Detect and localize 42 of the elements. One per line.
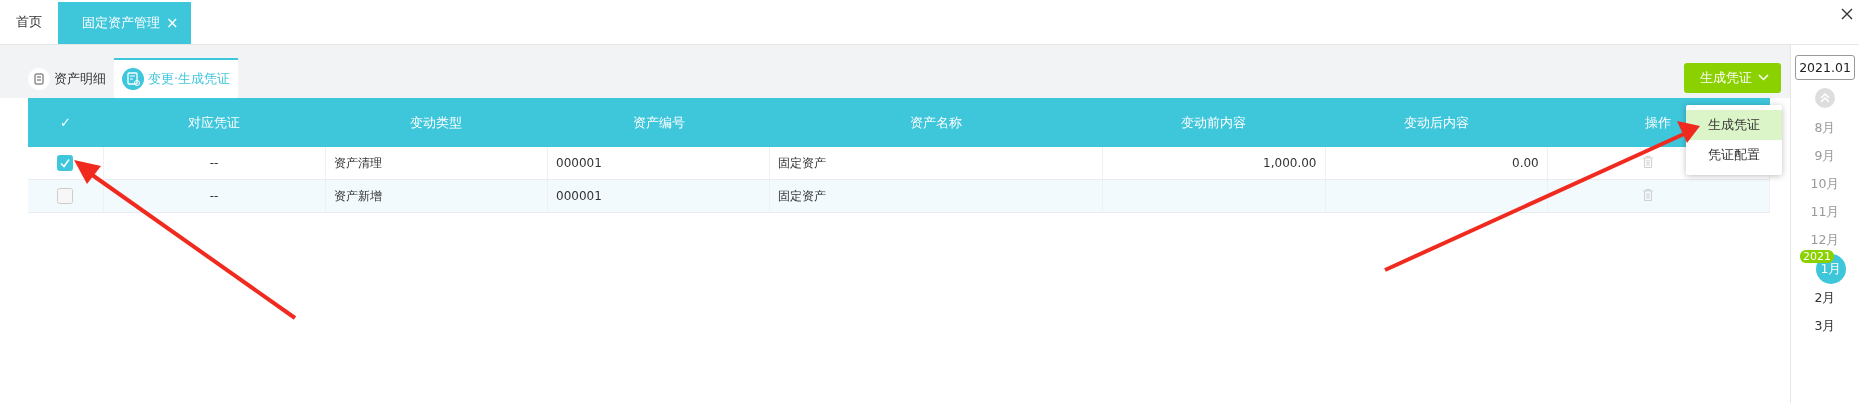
table-cell: 000001 [556, 156, 602, 170]
close-icon[interactable] [1841, 8, 1853, 20]
trash-icon[interactable] [1642, 188, 1653, 201]
table-cell: -- [209, 189, 219, 203]
column-header: 资产编号 [632, 114, 685, 130]
period-field[interactable]: 2021.01 [1795, 55, 1855, 80]
table-cell: 1,000.00 [1263, 156, 1317, 170]
row-checkbox[interactable] [57, 188, 74, 204]
column-header: 对应凭证 [188, 114, 241, 130]
month-item[interactable]: 3月 [1808, 312, 1842, 340]
table-cell: 000001 [556, 189, 602, 203]
month-item[interactable]: 9月 [1808, 142, 1842, 170]
sub-tab[interactable]: 变更·生成凭证 [114, 58, 238, 98]
document-icon [28, 68, 50, 90]
column-header: 变动类型 [410, 114, 463, 130]
generate-voucher-button[interactable]: 生成凭证 [1684, 62, 1781, 93]
column-header: 变动后内容 [1403, 114, 1469, 130]
table-cell: 固定资产 [778, 188, 827, 203]
year-badge: 2021 [1800, 250, 1834, 263]
trash-icon[interactable] [1642, 155, 1653, 168]
select-all-checkbox[interactable]: ✓ [57, 114, 74, 131]
sub-tab[interactable]: 资产明细 [28, 58, 114, 98]
tab[interactable]: 固定资产管理 × [58, 2, 191, 44]
month-item[interactable]: 10月 [1808, 170, 1842, 198]
month-item[interactable]: 11月 [1808, 198, 1842, 226]
column-header: 操作 [1645, 114, 1672, 130]
table-cell: 资产清理 [333, 155, 382, 170]
menu-item[interactable]: 凭证配置 [1686, 140, 1782, 170]
column-header: 变动前内容 [1181, 114, 1247, 130]
table-cell: -- [209, 156, 219, 170]
tab[interactable]: 首页 [0, 0, 58, 44]
scroll-up-icon[interactable] [1815, 88, 1835, 108]
table-cell: 0.00 [1512, 156, 1539, 170]
voucher-icon [122, 68, 144, 90]
chevron-down-icon [1758, 74, 1769, 81]
row-checkbox[interactable] [57, 155, 74, 171]
table-cell: 固定资产 [778, 155, 827, 170]
table-cell: 资产新增 [333, 188, 382, 203]
month-item[interactable]: 8月 [1808, 114, 1842, 142]
column-header: 资产名称 [910, 114, 963, 130]
menu-item[interactable]: 生成凭证 [1686, 110, 1782, 140]
month-item[interactable]: 2月 [1808, 284, 1842, 312]
